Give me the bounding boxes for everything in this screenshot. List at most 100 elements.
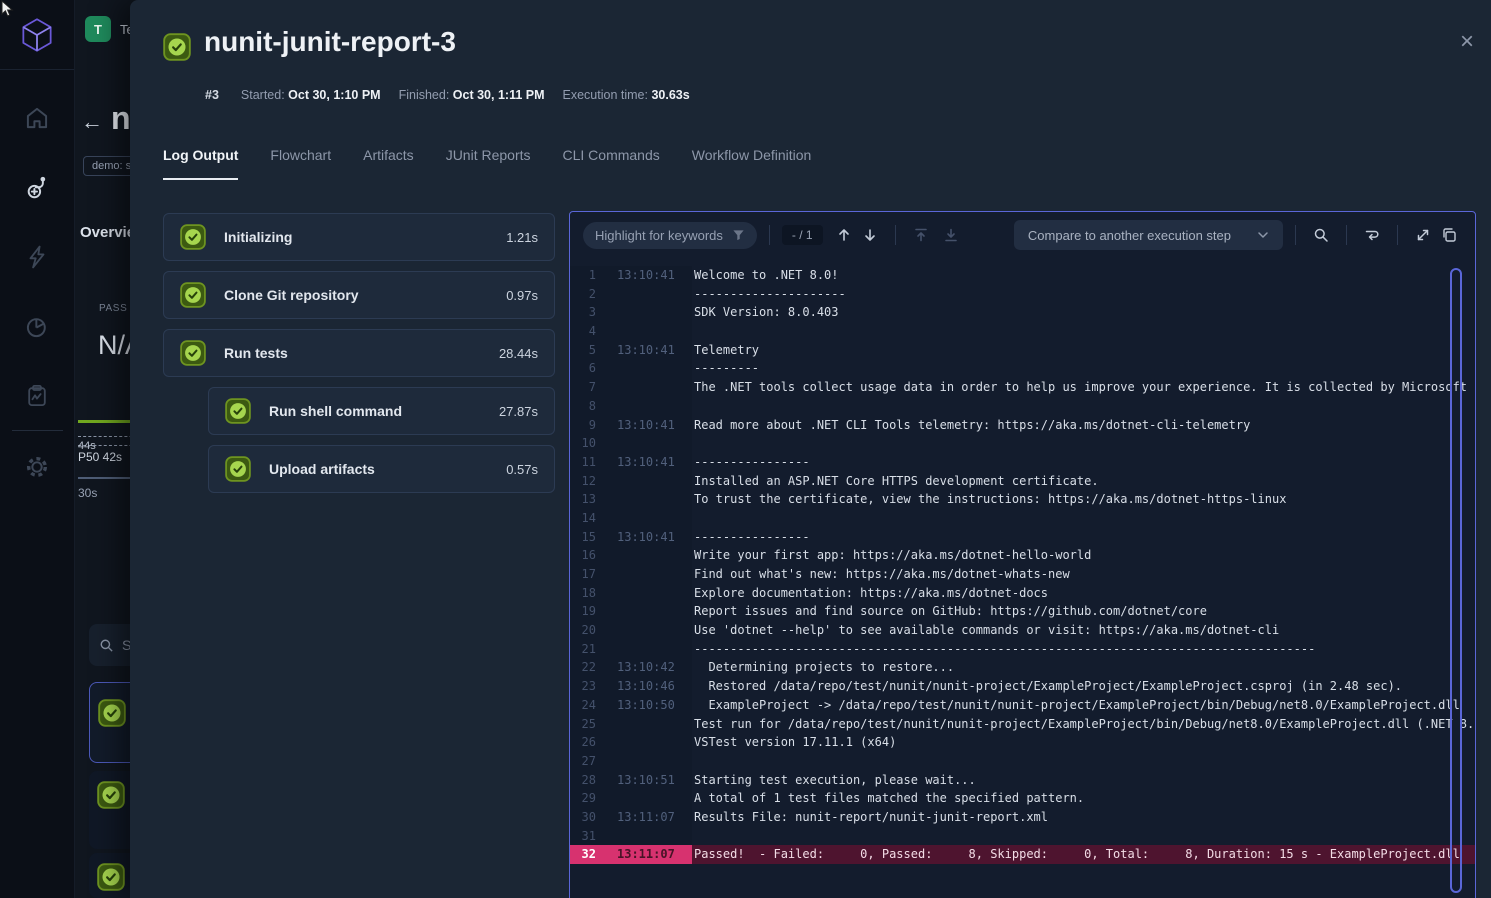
step-row[interactable]: Upload artifacts0.57s xyxy=(208,445,555,493)
wrap-icon xyxy=(1364,227,1380,243)
log-line: 21--------------------------------------… xyxy=(570,640,1475,659)
line-text: Restored /data/repo/test/nunit/nunit-pro… xyxy=(692,677,1475,696)
line-text: A total of 1 test files matched the spec… xyxy=(692,789,1475,808)
app-logo-icon[interactable] xyxy=(16,14,58,56)
workspace-avatar[interactable]: T xyxy=(85,16,111,42)
log-line: 31 xyxy=(570,827,1475,846)
log-line: 18Explore documentation: https://aka.ms/… xyxy=(570,584,1475,603)
line-number: 24 xyxy=(570,696,596,715)
log-panel: Highlight for keywords - / 1 xyxy=(569,211,1476,898)
next-match-button[interactable] xyxy=(857,222,883,248)
line-timestamp xyxy=(596,434,692,453)
line-text: Welcome to .NET 8.0! xyxy=(692,266,1475,285)
line-text xyxy=(692,827,1475,846)
line-text: Passed! - Failed: 0, Passed: 8, Skipped:… xyxy=(692,845,1475,864)
log-gutter: 8 xyxy=(570,397,692,416)
tab-workflow-definition[interactable]: Workflow Definition xyxy=(692,147,812,180)
log-gutter: 1513:10:41 xyxy=(570,528,692,547)
toolbar-divider xyxy=(1397,225,1398,245)
log-line: 1513:10:41---------------- xyxy=(570,528,1475,547)
scroll-to-top-button[interactable] xyxy=(908,222,934,248)
to-bottom-icon xyxy=(943,227,959,243)
line-number: 1 xyxy=(570,266,596,285)
success-check-icon xyxy=(180,282,206,308)
line-text: --------------------- xyxy=(692,285,1475,304)
pie-chart-icon[interactable] xyxy=(24,314,50,340)
close-icon[interactable]: × xyxy=(1460,30,1474,54)
toolbar-divider xyxy=(769,225,770,245)
prev-match-button[interactable] xyxy=(831,222,857,248)
log-line: 513:10:41Telemetry xyxy=(570,341,1475,360)
step-row[interactable]: Initializing1.21s xyxy=(163,213,555,261)
line-text: To trust the certificate, view the instr… xyxy=(692,490,1475,509)
tab-log-output[interactable]: Log Output xyxy=(163,147,238,180)
line-timestamp xyxy=(596,621,692,640)
highlight-keywords-button[interactable]: Highlight for keywords xyxy=(583,222,757,249)
step-duration: 28.44s xyxy=(499,346,538,361)
finished-value: Oct 30, 1:11 PM xyxy=(453,88,545,102)
bolt-icon[interactable] xyxy=(24,244,50,270)
tab-flowchart[interactable]: Flowchart xyxy=(270,147,331,180)
compare-step-dropdown[interactable]: Compare to another execution step xyxy=(1014,220,1283,250)
line-number: 25 xyxy=(570,715,596,734)
step-duration: 1.21s xyxy=(506,230,538,245)
line-timestamp: 13:10:41 xyxy=(596,266,692,285)
line-number: 8 xyxy=(570,397,596,416)
step-row[interactable]: Run shell command27.87s xyxy=(208,387,555,435)
report-icon[interactable] xyxy=(24,383,50,409)
line-timestamp xyxy=(596,490,692,509)
log-scrollbar-thumb[interactable] xyxy=(1450,268,1462,893)
line-number: 12 xyxy=(570,472,596,491)
step-row[interactable]: Clone Git repository0.97s xyxy=(163,271,555,319)
expand-fullscreen-button[interactable] xyxy=(1410,222,1436,248)
line-text xyxy=(692,397,1475,416)
log-gutter: 2813:10:51 xyxy=(570,771,692,790)
tab-cli-commands[interactable]: CLI Commands xyxy=(563,147,660,180)
log-line: 19Report issues and find source on GitHu… xyxy=(570,602,1475,621)
line-text: ----------------------------------------… xyxy=(692,640,1475,659)
line-timestamp xyxy=(596,397,692,416)
line-timestamp: 13:10:41 xyxy=(596,416,692,435)
settings-icon[interactable] xyxy=(24,454,50,480)
step-label: Upload artifacts xyxy=(269,461,506,477)
wrap-lines-button[interactable] xyxy=(1359,222,1385,248)
success-check-icon xyxy=(225,456,251,482)
expand-icon xyxy=(1415,227,1431,243)
scroll-to-bottom-button[interactable] xyxy=(938,222,964,248)
success-check-icon xyxy=(180,340,206,366)
line-text: Installed an ASP.NET Core HTTPS developm… xyxy=(692,472,1475,491)
log-gutter: 19 xyxy=(570,602,692,621)
tab-artifacts[interactable]: Artifacts xyxy=(363,147,414,180)
tab-junit-reports[interactable]: JUnit Reports xyxy=(446,147,531,180)
log-line: 25Test run for /data/repo/test/nunit/nun… xyxy=(570,715,1475,734)
log-line: 3013:11:07Results File: nunit-report/nun… xyxy=(570,808,1475,827)
line-text: Read more about .NET CLI Tools telemetry… xyxy=(692,416,1475,435)
line-number: 7 xyxy=(570,378,596,397)
rail-divider xyxy=(12,430,63,431)
flows-add-icon[interactable] xyxy=(24,174,50,200)
home-icon[interactable] xyxy=(24,105,50,131)
step-duration: 27.87s xyxy=(499,404,538,419)
log-gutter: 2213:10:42 xyxy=(570,658,692,677)
copy-log-button[interactable] xyxy=(1436,222,1462,248)
line-number: 3 xyxy=(570,303,596,322)
line-number: 17 xyxy=(570,565,596,584)
log-gutter: 14 xyxy=(570,509,692,528)
line-timestamp: 13:10:42 xyxy=(596,658,692,677)
execution-time-label: Execution time: xyxy=(563,88,648,102)
log-gutter: 25 xyxy=(570,715,692,734)
log-line: 13To trust the certificate, view the ins… xyxy=(570,490,1475,509)
line-text: Use 'dotnet --help' to see available com… xyxy=(692,621,1475,640)
log-line: 29A total of 1 test files matched the sp… xyxy=(570,789,1475,808)
step-row[interactable]: Run tests28.44s xyxy=(163,329,555,377)
log-line: 27 xyxy=(570,752,1475,771)
back-arrow-icon[interactable]: ← xyxy=(81,109,103,135)
copy-icon xyxy=(1441,227,1457,243)
chevron-down-icon xyxy=(1257,229,1269,241)
log-line: 913:10:41Read more about .NET CLI Tools … xyxy=(570,416,1475,435)
toolbar-divider xyxy=(1346,225,1347,245)
line-number: 10 xyxy=(570,434,596,453)
log-line: 12 Installed an ASP.NET Core HTTPS develo… xyxy=(570,472,1475,491)
search-log-button[interactable] xyxy=(1308,222,1334,248)
log-gutter: 12 xyxy=(570,472,692,491)
